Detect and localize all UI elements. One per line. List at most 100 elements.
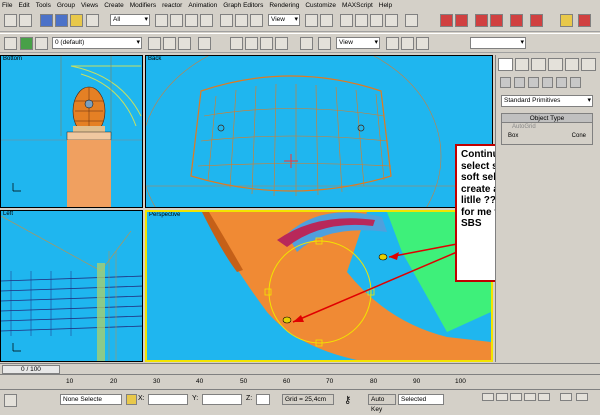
auto-key-button[interactable]: Auto Key [368,394,396,413]
percent-snap-icon[interactable] [370,14,383,27]
tab-create[interactable] [498,58,513,71]
material-editor-icon[interactable] [510,14,523,27]
undo-icon[interactable] [4,14,17,27]
select-manipulate-icon[interactable] [320,14,333,27]
tab-utilities[interactable] [581,58,597,71]
snap-toggle-icon[interactable] [340,14,353,27]
shapes-icon[interactable] [514,77,525,88]
layer-freeze-icon[interactable] [35,37,48,50]
viewport-bottom[interactable]: Bottom [0,55,143,208]
maxscript-listener-icon[interactable] [4,394,17,407]
track-bar[interactable]: 10 20 30 40 50 60 70 80 90 100 [0,374,600,388]
lock-selection-icon[interactable] [126,394,137,405]
key-icon[interactable]: ⚷ [344,395,351,406]
unlink-icon[interactable] [55,14,68,27]
geometry-icon[interactable] [500,77,511,88]
rollout-title[interactable]: Object Type [502,114,592,123]
pan-icon[interactable] [576,393,588,401]
layer-manager-icon[interactable] [4,37,17,50]
mirror-icon[interactable] [440,14,453,27]
x-coord-field[interactable] [148,394,188,405]
menu-animation[interactable]: Animation [188,2,217,9]
previous-frame-icon[interactable] [496,393,508,401]
menu-group[interactable]: Group [57,2,75,9]
quick-render-icon[interactable] [578,14,591,27]
select-rotate-icon[interactable] [235,14,248,27]
menu-modifiers[interactable]: Modifiers [130,2,156,9]
select-scale-icon[interactable] [250,14,263,27]
menu-graph-editors[interactable]: Graph Editors [223,2,263,9]
layer-properties-icon[interactable] [198,37,211,50]
zoom-icon[interactable] [560,393,572,401]
edit-named-selection-icon[interactable] [405,14,418,27]
spinner-snap-icon[interactable] [385,14,398,27]
tab-motion[interactable] [548,58,563,71]
angle-snap-icon[interactable] [355,14,368,27]
cone-button[interactable]: Cone [572,132,586,141]
selection-filter-dropdown[interactable]: All [110,14,150,26]
menu-rendering[interactable]: Rendering [269,2,299,9]
grid-icon[interactable] [230,37,243,50]
axis-constraint-icon[interactable] [560,14,573,27]
next-frame-icon[interactable] [524,393,536,401]
layer-select-icon[interactable] [163,37,176,50]
menu-edit[interactable]: Edit [18,2,29,9]
rectangle-selection-icon[interactable] [185,14,198,27]
viewport-left[interactable]: Left [0,210,143,362]
spacing-icon[interactable] [275,37,288,50]
viewport-perspective[interactable]: Perspective [145,210,493,362]
select-by-name-icon[interactable] [170,14,183,27]
render-view-dropdown[interactable]: View [336,37,380,49]
cameras-icon[interactable] [542,77,553,88]
render-last-icon[interactable] [416,37,429,50]
layer-dropdown[interactable]: 0 (default) [52,37,142,49]
menu-maxscript[interactable]: MAXScript [342,2,373,9]
menu-customize[interactable]: Customize [305,2,336,9]
z-coord-field[interactable] [256,394,270,405]
menu-help[interactable]: Help [379,2,392,9]
select-link-icon[interactable] [40,14,53,27]
window-crossing-icon[interactable] [200,14,213,27]
curve-editor-icon[interactable] [475,14,488,27]
align-icon[interactable] [455,14,468,27]
view-icon[interactable] [318,37,331,50]
viewport-back[interactable]: Back [145,55,493,208]
teapot-quick-icon[interactable] [401,37,414,50]
menu-tools[interactable]: Tools [36,2,51,9]
reference-coord-dropdown[interactable]: View [268,14,300,26]
array-icon[interactable] [245,37,258,50]
pivot-center-icon[interactable] [305,14,318,27]
tab-display[interactable] [564,58,580,71]
y-coord-field[interactable] [202,394,242,405]
redo-icon[interactable] [19,14,32,27]
render-setup-icon[interactable] [530,14,543,27]
layer-current-icon[interactable] [178,37,191,50]
named-selection-dropdown[interactable] [470,37,526,49]
tab-modify[interactable] [514,58,530,71]
select-object-icon[interactable] [155,14,168,27]
layer-visibility-icon[interactable] [20,37,33,50]
play-icon[interactable] [510,393,522,401]
bind-space-warp-icon[interactable] [70,14,83,27]
key-mode-dropdown[interactable]: Selected [398,394,444,405]
autogrid-checkbox[interactable]: AutoGrid [502,123,592,132]
teapot-render-icon[interactable] [386,37,399,50]
space-warps-icon[interactable] [570,77,581,88]
menu-reactor[interactable]: reactor [162,2,182,9]
hierarchy-icon[interactable] [86,14,99,27]
goto-end-icon[interactable] [538,393,550,401]
render-type-icon[interactable] [300,37,313,50]
lights-icon[interactable] [528,77,539,88]
snapshot-icon[interactable] [260,37,273,50]
box-button[interactable]: Box [508,132,518,141]
select-move-icon[interactable] [220,14,233,27]
schematic-view-icon[interactable] [490,14,503,27]
menu-views[interactable]: Views [81,2,98,9]
helpers-icon[interactable] [556,77,567,88]
menu-create[interactable]: Create [104,2,124,9]
time-slider[interactable]: 0 / 100 [2,365,60,374]
tab-hierarchy[interactable] [531,58,547,71]
primitive-category-dropdown[interactable]: Standard Primitives [501,95,593,107]
menu-file[interactable]: File [2,2,12,9]
goto-start-icon[interactable] [482,393,494,401]
